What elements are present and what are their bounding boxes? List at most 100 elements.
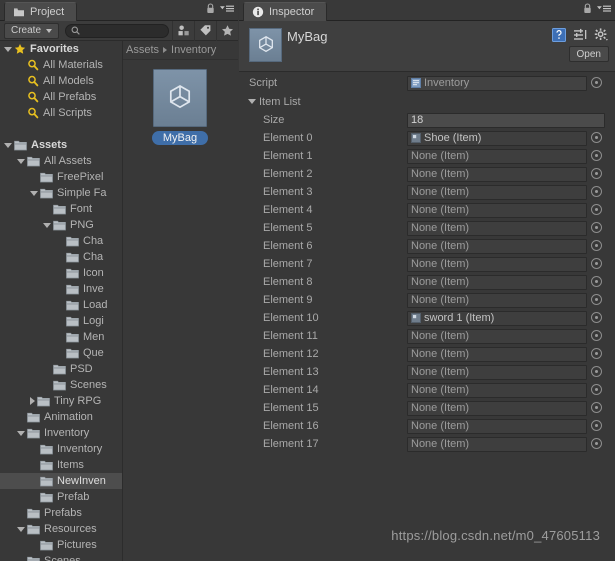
element-object-field[interactable]: None (Item) xyxy=(407,256,587,272)
element-select-button[interactable] xyxy=(591,168,602,179)
filter-by-label-button[interactable] xyxy=(194,20,216,41)
open-button[interactable]: Open xyxy=(568,46,609,62)
tree-item-pictures[interactable]: Pictures xyxy=(0,537,122,553)
tree-item-men[interactable]: Men xyxy=(0,329,122,345)
item-list-foldout-row[interactable]: Item List xyxy=(239,93,615,111)
tree-item-cha[interactable]: Cha xyxy=(0,233,122,249)
element-select-button[interactable] xyxy=(591,222,602,233)
twisty-open-icon[interactable] xyxy=(17,158,25,164)
element-object-field[interactable]: None (Item) xyxy=(407,202,587,218)
tree-item-load[interactable]: Load xyxy=(0,297,122,313)
tree-item-cha[interactable]: Cha xyxy=(0,249,122,265)
tab-inspector[interactable]: Inspector xyxy=(243,2,328,21)
tree-item-psd[interactable]: PSD xyxy=(0,361,122,377)
create-button[interactable]: Create xyxy=(4,22,60,39)
element-select-button[interactable] xyxy=(591,366,602,377)
element-object-field[interactable]: None (Item) xyxy=(407,292,587,308)
twisty-open-icon[interactable] xyxy=(43,222,51,228)
element-select-button[interactable] xyxy=(591,150,602,161)
tree-item-scenes[interactable]: Scenes xyxy=(0,377,122,393)
tree-item-prefabs[interactable]: Prefabs xyxy=(0,505,122,521)
twisty-open-icon[interactable] xyxy=(17,526,25,532)
twisty-open-icon[interactable] xyxy=(17,430,25,436)
preset-icon[interactable] xyxy=(573,28,587,42)
element-object-field[interactable]: None (Item) xyxy=(407,400,587,416)
element-object-field[interactable]: None (Item) xyxy=(407,148,587,164)
panel-menu-icon[interactable] xyxy=(220,4,234,13)
twisty-open-icon[interactable] xyxy=(4,142,12,148)
element-select-button[interactable] xyxy=(591,384,602,395)
tree-item-inventory[interactable]: Inventory xyxy=(0,441,122,457)
tree-item-que[interactable]: Que xyxy=(0,345,122,361)
twisty-open-icon[interactable] xyxy=(4,46,12,52)
breadcrumb-root[interactable]: Assets xyxy=(126,44,159,56)
element-select-button[interactable] xyxy=(591,438,602,449)
tree-item-icon[interactable]: Icon xyxy=(0,265,122,281)
foldout-triangle-icon[interactable] xyxy=(248,99,256,104)
element-object-field[interactable]: None (Item) xyxy=(407,328,587,344)
breadcrumb-current[interactable]: Inventory xyxy=(171,44,216,56)
script-select-button[interactable] xyxy=(591,77,602,88)
element-select-button[interactable] xyxy=(591,186,602,197)
tree-item-scenes[interactable]: Scenes xyxy=(0,553,122,561)
element-object-field[interactable]: None (Item) xyxy=(407,238,587,254)
tree-item-tiny-rpg[interactable]: Tiny RPG xyxy=(0,393,122,409)
element-object-field[interactable]: None (Item) xyxy=(407,418,587,434)
element-object-field[interactable]: None (Item) xyxy=(407,184,587,200)
tree-item-simple-fa[interactable]: Simple Fa xyxy=(0,185,122,201)
element-select-button[interactable] xyxy=(591,348,602,359)
tree-item-animation[interactable]: Animation xyxy=(0,409,122,425)
element-select-button[interactable] xyxy=(591,132,602,143)
asset-item-mybag[interactable]: MyBag xyxy=(138,69,222,145)
size-input[interactable]: 18 xyxy=(407,112,605,128)
element-select-button[interactable] xyxy=(591,258,602,269)
help-icon[interactable] xyxy=(552,28,566,42)
element-select-button[interactable] xyxy=(591,420,602,431)
tab-project[interactable]: Project xyxy=(4,2,78,21)
element-object-field[interactable]: None (Item) xyxy=(407,274,587,290)
element-select-button[interactable] xyxy=(591,240,602,251)
tree-item-items[interactable]: Items xyxy=(0,457,122,473)
asset-browser[interactable]: Assets Inventory MyBag xyxy=(123,41,238,561)
element-object-field[interactable]: None (Item) xyxy=(407,382,587,398)
element-object-field[interactable]: None (Item) xyxy=(407,436,587,452)
element-object-field[interactable]: None (Item) xyxy=(407,220,587,236)
tree-item-assets[interactable]: Assets xyxy=(0,137,122,153)
tree-item-all-materials[interactable]: All Materials xyxy=(0,57,122,73)
tree-item-font[interactable]: Font xyxy=(0,201,122,217)
element-object-field[interactable]: sword 1 (Item) xyxy=(407,310,587,326)
panel-menu-icon[interactable] xyxy=(597,4,611,13)
tree-item-prefab[interactable]: Prefab xyxy=(0,489,122,505)
tree-item-logi[interactable]: Logi xyxy=(0,313,122,329)
element-object-field[interactable]: Shoe (Item) xyxy=(407,130,587,146)
tree-item-png[interactable]: PNG xyxy=(0,217,122,233)
filter-by-type-button[interactable] xyxy=(172,20,194,41)
tree-item-resources[interactable]: Resources xyxy=(0,521,122,537)
search-input[interactable] xyxy=(65,23,170,38)
element-select-button[interactable] xyxy=(591,402,602,413)
tree-item-all-prefabs[interactable]: All Prefabs xyxy=(0,89,122,105)
tree-item-all-assets[interactable]: All Assets xyxy=(0,153,122,169)
tree-item-inve[interactable]: Inve xyxy=(0,281,122,297)
tree-item-inventory[interactable]: Inventory xyxy=(0,425,122,441)
tree-item-favorites[interactable]: Favorites xyxy=(0,41,122,57)
twisty-closed-icon[interactable] xyxy=(30,397,35,405)
settings-gear-icon[interactable] xyxy=(594,28,609,42)
tree-item-all-models[interactable]: All Models xyxy=(0,73,122,89)
element-object-field[interactable]: None (Item) xyxy=(407,166,587,182)
element-select-button[interactable] xyxy=(591,294,602,305)
element-select-button[interactable] xyxy=(591,312,602,323)
lock-icon[interactable] xyxy=(583,3,592,14)
element-object-field[interactable]: None (Item) xyxy=(407,346,587,362)
element-select-button[interactable] xyxy=(591,204,602,215)
tree-item-all-scripts[interactable]: All Scripts xyxy=(0,105,122,121)
twisty-open-icon[interactable] xyxy=(30,190,38,196)
tree-item-newinven[interactable]: NewInven xyxy=(0,473,122,489)
element-select-button[interactable] xyxy=(591,330,602,341)
script-field[interactable]: Inventory xyxy=(407,75,587,91)
element-select-button[interactable] xyxy=(591,276,602,287)
filter-by-favorite-button[interactable] xyxy=(216,20,238,41)
element-object-field[interactable]: None (Item) xyxy=(407,364,587,380)
project-folder-tree[interactable]: Favorites All Materials All Models All Pref… xyxy=(0,41,122,561)
tree-item-freepixel[interactable]: FreePixel xyxy=(0,169,122,185)
